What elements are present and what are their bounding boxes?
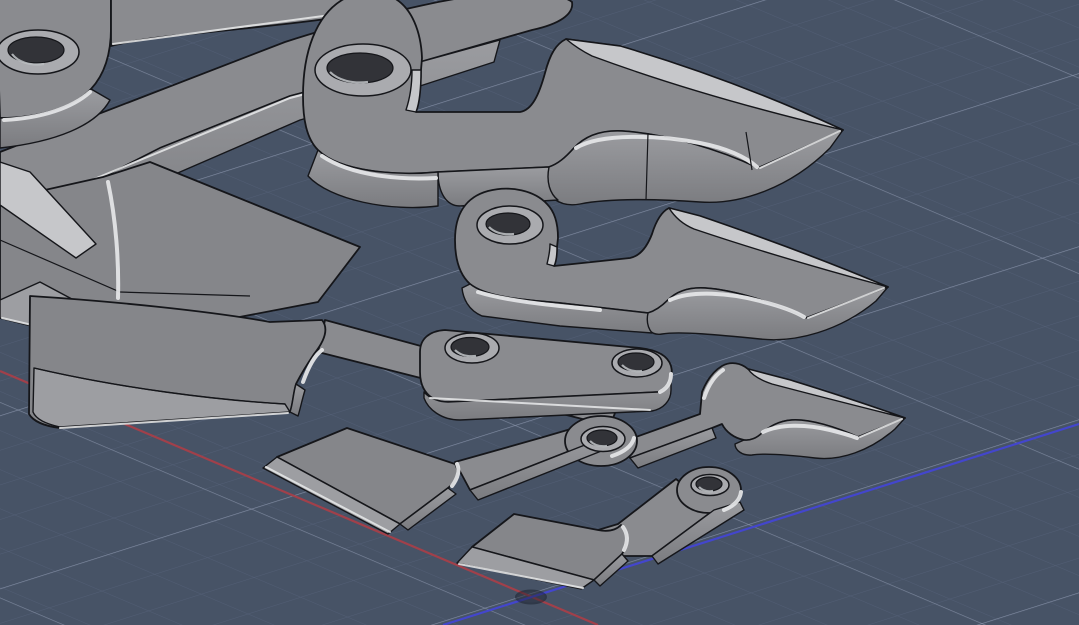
link-bar-hole-1 xyxy=(451,338,489,357)
origin-marker xyxy=(516,591,546,604)
viewport-canvas[interactable] xyxy=(0,0,1079,625)
scraper-large-hole xyxy=(486,213,530,235)
link-bar-hole-2 xyxy=(618,353,654,371)
scraper-xl-hole xyxy=(327,53,393,83)
cad-viewport xyxy=(0,0,1079,625)
